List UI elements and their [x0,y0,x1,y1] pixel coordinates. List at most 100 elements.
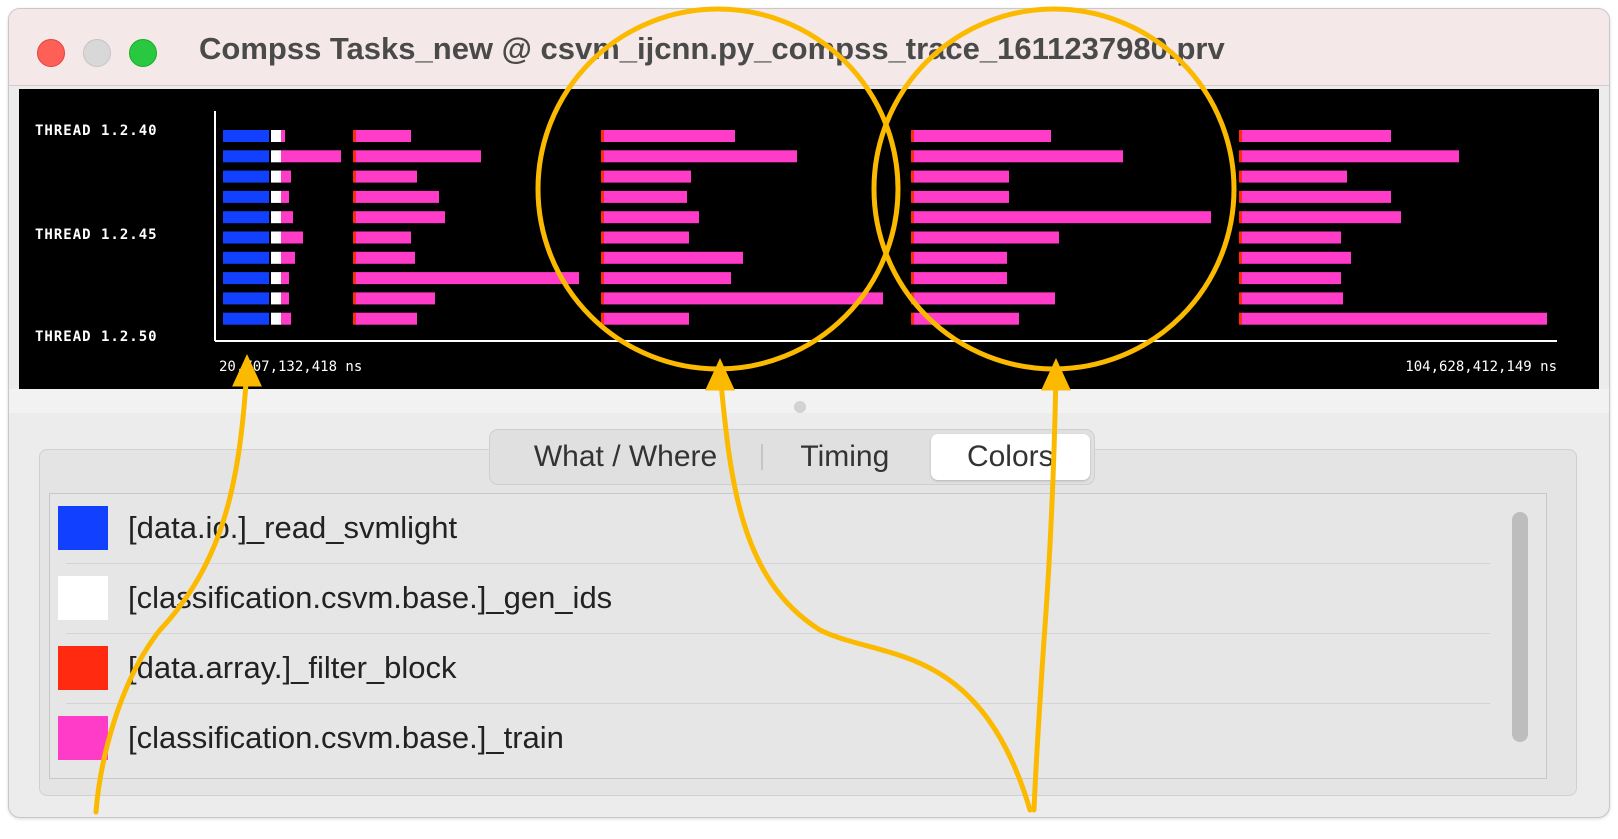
trace-burst [355,211,445,224]
trace-filter-mark [353,312,356,325]
legend-item[interactable]: [data.array.]_filter_block [50,634,1490,704]
trace-burst [1241,150,1459,163]
trace-burst [281,190,289,203]
trace-burst [223,170,269,183]
legend-label: [classification.csvm.base.]_train [128,720,564,755]
trace-burst [281,211,293,224]
trace-filter-mark [601,251,604,264]
trace-filter-mark [1239,170,1242,183]
trace-burst [281,251,295,264]
legend-item[interactable]: [data.io.]_read_svmlight [50,494,1490,564]
tab-what-where[interactable]: What / Where [494,434,757,480]
tab-timing[interactable]: Timing [767,434,922,480]
zoom-window-button[interactable] [129,39,157,67]
splitter[interactable] [9,389,1609,413]
trace-burst [281,231,303,244]
thread-label-40: THREAD 1.2.40 [35,123,158,139]
trace-burst [223,150,269,163]
trace-burst [603,231,689,244]
trace-filter-mark [353,150,356,163]
trace-burst [1241,190,1391,203]
thread-label-50: THREAD 1.2.50 [35,329,158,345]
minimize-window-button[interactable] [83,39,111,67]
trace-burst [1241,211,1401,224]
trace-filter-mark [911,231,914,244]
trace-filter-mark [1239,231,1242,244]
trace-burst [355,231,411,244]
trace-filter-mark [1239,211,1242,224]
trace-burst [913,292,1055,305]
trace-burst [913,251,1007,264]
trace-timeline[interactable]: THREAD 1.2.40 THREAD 1.2.45 THREAD 1.2.5… [19,89,1599,389]
color-legend-list: [data.io.]_read_svmlight [classification… [49,493,1547,779]
trace-filter-mark [601,312,604,325]
trace-burst [271,150,281,163]
trace-burst [355,251,415,264]
trace-burst [603,211,699,224]
time-end-label: 104,628,412,149 ns [1405,359,1557,375]
trace-burst [1241,231,1341,244]
trace-burst [1241,251,1351,264]
trace-burst [281,150,341,163]
trace-burst [271,231,281,244]
trace-filter-mark [601,150,604,163]
trace-filter-mark [353,170,356,183]
trace-burst [223,211,269,224]
trace-burst [913,130,1051,142]
trace-burst [603,170,691,183]
trace-filter-mark [601,170,604,183]
trace-burst [223,231,269,244]
legend-scrollbar[interactable] [1512,512,1528,742]
trace-burst [271,251,281,264]
trace-burst [223,251,269,264]
trace-filter-mark [353,231,356,244]
trace-burst [223,190,269,203]
window-title: Compss Tasks_new @ csvm_ijcnn.py_compss_… [199,31,1225,66]
legend-item[interactable]: [classification.csvm.base.]_gen_ids [50,564,1490,634]
legend-item[interactable]: [classification.csvm.base.]_train [50,704,1490,774]
trace-burst [281,292,289,305]
close-window-button[interactable] [37,39,65,67]
trace-filter-mark [353,272,356,285]
trace-filter-mark [601,190,604,203]
trace-filter-mark [911,272,914,285]
thread-label-45: THREAD 1.2.45 [35,227,158,243]
trace-canvas[interactable]: THREAD 1.2.40 THREAD 1.2.45 THREAD 1.2.5… [19,89,1599,389]
trace-filter-mark [353,130,356,142]
trace-burst [603,150,797,163]
trace-filter-mark [601,211,604,224]
trace-filter-mark [911,292,914,305]
trace-filter-mark [1239,272,1242,285]
trace-burst [913,272,1007,285]
trace-burst [603,312,689,325]
splitter-handle[interactable] [794,401,806,413]
trace-burst [603,251,743,264]
trace-burst [1241,292,1343,305]
trace-burst [271,272,281,285]
tab-colors[interactable]: Colors [930,434,1091,480]
trace-burst [281,130,285,142]
trace-burst [355,190,439,203]
trace-filter-mark [911,130,914,142]
legend-label: [data.array.]_filter_block [128,650,457,685]
trace-burst [913,312,1019,325]
trace-burst [271,292,281,305]
legend-swatch-filter-block [58,646,108,690]
legend-swatch-gen-ids [58,576,108,620]
trace-burst [355,292,435,305]
trace-burst [1241,170,1347,183]
trace-burst [355,272,579,285]
trace-burst [355,312,417,325]
trace-burst [223,130,269,142]
trace-filter-mark [911,150,914,163]
trace-filter-mark [911,211,914,224]
trace-burst [1241,272,1341,285]
trace-filter-mark [601,292,604,305]
trace-burst [913,150,1123,163]
trace-filter-mark [353,292,356,305]
trace-filter-mark [1239,312,1242,325]
trace-burst [913,170,1009,183]
trace-burst [1241,312,1547,325]
trace-filter-mark [1239,150,1242,163]
trace-filter-mark [911,251,914,264]
